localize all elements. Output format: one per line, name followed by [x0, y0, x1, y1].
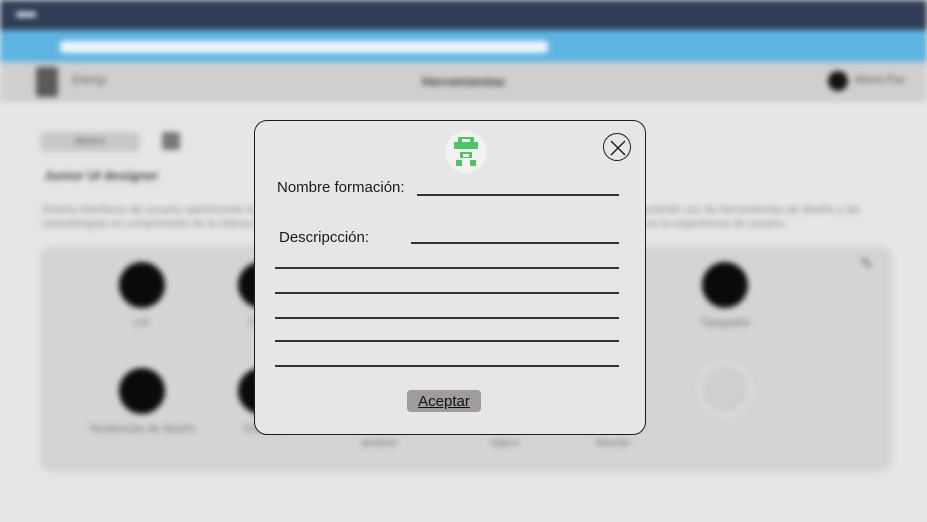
description-line[interactable] — [275, 292, 619, 294]
address-field[interactable] — [60, 41, 548, 53]
browser-bar — [0, 30, 927, 62]
description-field[interactable] — [411, 242, 619, 244]
green-figure-logo-icon — [445, 131, 487, 173]
add-icon[interactable] — [698, 362, 752, 416]
category-item[interactable]: lógico — [450, 436, 560, 450]
avatar[interactable] — [828, 71, 848, 91]
window-top-bar — [0, 0, 927, 30]
description-label: Descripcción: — [279, 229, 370, 246]
window-menu-icon — [16, 12, 36, 17]
category-label: UX — [134, 317, 150, 329]
description-line[interactable] — [275, 317, 619, 319]
category-circle-icon — [119, 262, 165, 308]
category-label: Tendencias de diseño — [88, 423, 196, 435]
section-title: Junior UI designer — [44, 168, 159, 183]
new-training-modal: Nombre formación: Descripcción: Aceptar — [254, 120, 646, 435]
description-line[interactable] — [275, 365, 619, 367]
category-item[interactable]: Mundo — [558, 436, 668, 450]
edit-pencil-icon[interactable]: ✎ — [860, 254, 873, 274]
close-x-icon — [610, 140, 626, 156]
page-title: Herramientas — [421, 74, 506, 89]
category-item[interactable]: Tipografía — [670, 262, 780, 330]
training-name-field[interactable] — [417, 194, 619, 196]
filter-icon[interactable] — [162, 132, 180, 150]
user-name[interactable]: María Paz — [855, 74, 905, 86]
add-category-item[interactable] — [670, 362, 780, 424]
accept-button[interactable]: Aceptar — [407, 390, 481, 412]
category-label: Tipografía — [700, 317, 750, 329]
description-line[interactable] — [275, 267, 619, 269]
category-circle-icon — [119, 368, 165, 414]
app-header: Eterip Herramientas María Paz — [0, 62, 927, 102]
category-item[interactable]: UX — [87, 262, 197, 330]
category-label: lógico — [490, 437, 520, 449]
training-name-label: Nombre formación: — [277, 179, 405, 196]
category-label: Mundo — [596, 437, 630, 449]
filter-button[interactable]: Ahorro — [40, 132, 140, 152]
category-circle-icon — [702, 262, 748, 308]
category-item[interactable]: Tendencias de diseño — [87, 368, 197, 436]
category-label: atrativo — [360, 437, 398, 449]
category-item[interactable]: atrativo — [324, 436, 434, 450]
close-button[interactable] — [603, 133, 631, 161]
description-line[interactable] — [275, 340, 619, 342]
